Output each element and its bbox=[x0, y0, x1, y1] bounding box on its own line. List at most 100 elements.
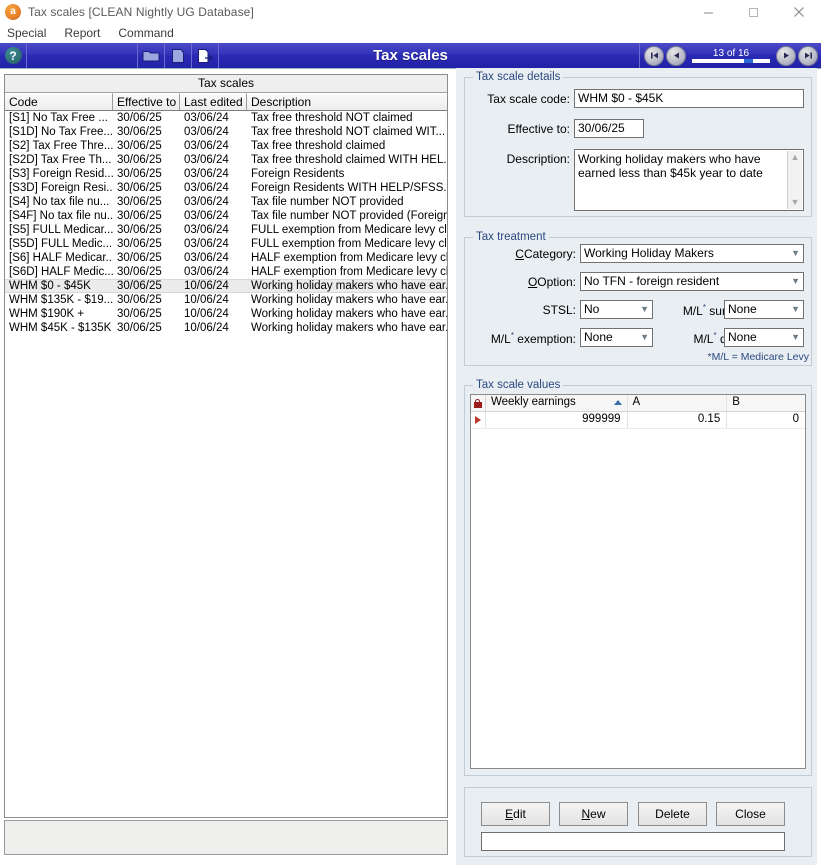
tax-scale-values-grid[interactable]: Weekly earnings A B 9999990.150 bbox=[470, 394, 806, 769]
first-record-button[interactable] bbox=[644, 46, 664, 66]
category-select[interactable]: Working Holiday Makers ▼ bbox=[580, 244, 804, 263]
close-button-action[interactable]: Close bbox=[716, 802, 785, 826]
new-label: ew bbox=[590, 807, 605, 821]
lock-icon bbox=[474, 399, 482, 408]
table-row[interactable]: [S5] FULL Medicar...30/06/2503/06/24FULL… bbox=[5, 223, 447, 237]
menu-item-command[interactable]: Command bbox=[109, 24, 182, 43]
table-row[interactable]: [S2] Tax Free Thre...30/06/2503/06/24Tax… bbox=[5, 139, 447, 153]
edit-button[interactable]: Edit bbox=[481, 802, 550, 826]
column-header-last-edited[interactable]: Last edited bbox=[180, 93, 247, 110]
page-button[interactable] bbox=[165, 43, 191, 68]
table-row[interactable]: WHM $135K - $19...30/06/2510/06/24Workin… bbox=[5, 293, 447, 307]
cell-effective-to: 30/06/25 bbox=[113, 321, 180, 335]
cell-description: Foreign Residents bbox=[247, 167, 447, 181]
open-folder-button[interactable] bbox=[138, 43, 164, 68]
cell-effective-to: 30/06/25 bbox=[113, 265, 180, 279]
cell-code: [S4] No tax file nu... bbox=[5, 195, 113, 209]
table-row[interactable]: [S1] No Tax Free ...30/06/2503/06/24Tax … bbox=[5, 111, 447, 125]
column-header-a[interactable]: A bbox=[628, 395, 728, 411]
status-input[interactable] bbox=[481, 832, 785, 851]
table-row[interactable]: [S3] Foreign Resid...30/06/2503/06/24For… bbox=[5, 167, 447, 181]
table-row[interactable]: WHM $190K +30/06/2510/06/24Working holid… bbox=[5, 307, 447, 321]
scroll-down-icon[interactable]: ▼ bbox=[791, 198, 800, 207]
cell-code: WHM $0 - $45K bbox=[5, 280, 113, 292]
tax-scale-code-field[interactable]: WHM $0 - $45K bbox=[574, 89, 804, 108]
asterisk-icon: * bbox=[511, 331, 514, 340]
record-position-track bbox=[692, 59, 770, 63]
table-row[interactable]: [S6D] HALF Medic...30/06/2503/06/24HALF … bbox=[5, 265, 447, 279]
last-record-button[interactable] bbox=[798, 46, 818, 66]
cell-description: Working holiday makers who have ear... bbox=[247, 280, 447, 292]
table-row[interactable]: [S1D] No Tax Free...30/06/2503/06/24Tax … bbox=[5, 125, 447, 139]
help-button[interactable]: ? bbox=[0, 43, 26, 68]
weekly-earnings-header-text: Weekly earnings bbox=[491, 396, 576, 408]
cell-last-edited: 03/06/24 bbox=[180, 209, 247, 223]
cell-a[interactable]: 0.15 bbox=[628, 412, 728, 428]
cell-description: Working holiday makers who have ear... bbox=[247, 293, 447, 307]
table-row[interactable]: [S3D] Foreign Resi...30/06/2503/06/24For… bbox=[5, 181, 447, 195]
cell-effective-to: 30/06/25 bbox=[113, 195, 180, 209]
minimize-button[interactable] bbox=[686, 0, 731, 24]
cell-last-edited: 03/06/24 bbox=[180, 111, 247, 125]
new-button[interactable]: New bbox=[559, 802, 628, 826]
table-row[interactable]: WHM $0 - $45K30/06/2510/06/24Working hol… bbox=[5, 279, 447, 293]
column-header-weekly-earnings[interactable]: Weekly earnings bbox=[486, 395, 628, 411]
cell-b[interactable]: 0 bbox=[727, 412, 805, 428]
column-header-effective-to[interactable]: Effective to bbox=[113, 93, 180, 110]
cell-effective-to: 30/06/25 bbox=[113, 153, 180, 167]
cell-last-edited: 03/06/24 bbox=[180, 167, 247, 181]
cell-effective-to: 30/06/25 bbox=[113, 223, 180, 237]
record-position-indicator[interactable]: 13 of 16 bbox=[688, 47, 774, 65]
previous-record-button[interactable] bbox=[666, 46, 686, 66]
category-label-text: Category: bbox=[524, 247, 576, 261]
description-label: Description: bbox=[466, 152, 570, 166]
table-row[interactable]: WHM $45K - $135K30/06/2510/06/24Working … bbox=[5, 321, 447, 335]
export-page-button[interactable] bbox=[192, 43, 218, 68]
ml-dependants-select[interactable]: None ▼ bbox=[724, 328, 804, 347]
chevron-down-icon: ▼ bbox=[791, 245, 800, 262]
cell-effective-to: 30/06/25 bbox=[113, 237, 180, 251]
surcharge-tier-select[interactable]: None ▼ bbox=[724, 300, 804, 319]
option-select[interactable]: No TFN - foreign resident ▼ bbox=[580, 272, 804, 291]
menu-item-special[interactable]: Special bbox=[0, 24, 55, 43]
ml-exemption-label: M/L* exemption: bbox=[452, 331, 576, 346]
cell-effective-to: 30/06/25 bbox=[113, 139, 180, 153]
cell-description: Foreign Residents WITH HELP/SFSS... bbox=[247, 181, 447, 195]
asterisk-icon: * bbox=[713, 331, 716, 340]
cell-effective-to: 30/06/25 bbox=[113, 307, 180, 321]
next-record-button[interactable] bbox=[776, 46, 796, 66]
cell-last-edited: 10/06/24 bbox=[180, 293, 247, 307]
cell-description: Tax free threshold claimed WITH HEL... bbox=[247, 153, 447, 167]
table-row[interactable]: [S5D] FULL Medic...30/06/2503/06/24FULL … bbox=[5, 237, 447, 251]
menu-item-report[interactable]: Report bbox=[55, 24, 109, 43]
cell-description: FULL exemption from Medicare levy cl... bbox=[247, 237, 447, 251]
cell-code: WHM $45K - $135K bbox=[5, 321, 113, 335]
table-row[interactable]: [S4] No tax file nu...30/06/2503/06/24Ta… bbox=[5, 195, 447, 209]
column-header-code[interactable]: Code bbox=[5, 93, 113, 110]
menu-bar: Special Report Command bbox=[0, 24, 821, 43]
table-row[interactable]: [S2D] Tax Free Th...30/06/2503/06/24Tax … bbox=[5, 153, 447, 167]
cell-code: [S2D] Tax Free Th... bbox=[5, 153, 113, 167]
option-label-text: Option: bbox=[537, 275, 576, 289]
cell-effective-to: 30/06/25 bbox=[113, 251, 180, 265]
tax-scale-details-title: Tax scale details bbox=[473, 71, 563, 83]
delete-button[interactable]: Delete bbox=[638, 802, 707, 826]
cell-last-edited: 10/06/24 bbox=[180, 321, 247, 335]
column-header-b[interactable]: B bbox=[727, 395, 805, 411]
close-button[interactable] bbox=[776, 0, 821, 24]
description-scrollbar[interactable]: ▲ ▼ bbox=[787, 151, 802, 209]
cell-weekly-earnings[interactable]: 999999 bbox=[486, 412, 628, 428]
stsl-select[interactable]: No ▼ bbox=[580, 300, 653, 319]
cell-last-edited: 03/06/24 bbox=[180, 125, 247, 139]
scroll-up-icon[interactable]: ▲ bbox=[791, 153, 800, 162]
maximize-button[interactable] bbox=[731, 0, 776, 24]
values-table-row[interactable]: 9999990.150 bbox=[471, 412, 805, 429]
column-header-description[interactable]: Description bbox=[247, 93, 447, 110]
table-row[interactable]: [S6] HALF Medicar...30/06/2503/06/24HALF… bbox=[5, 251, 447, 265]
medicare-levy-footnote: *M/L = Medicare Levy bbox=[708, 351, 809, 363]
table-row[interactable]: [S4F] No tax file nu...30/06/2503/06/24T… bbox=[5, 209, 447, 223]
values-rows: 9999990.150 bbox=[471, 412, 805, 429]
sort-ascending-icon bbox=[614, 400, 622, 405]
effective-to-field[interactable]: 30/06/25 bbox=[574, 119, 644, 138]
description-field[interactable]: Working holiday makers who have earned l… bbox=[574, 149, 804, 211]
